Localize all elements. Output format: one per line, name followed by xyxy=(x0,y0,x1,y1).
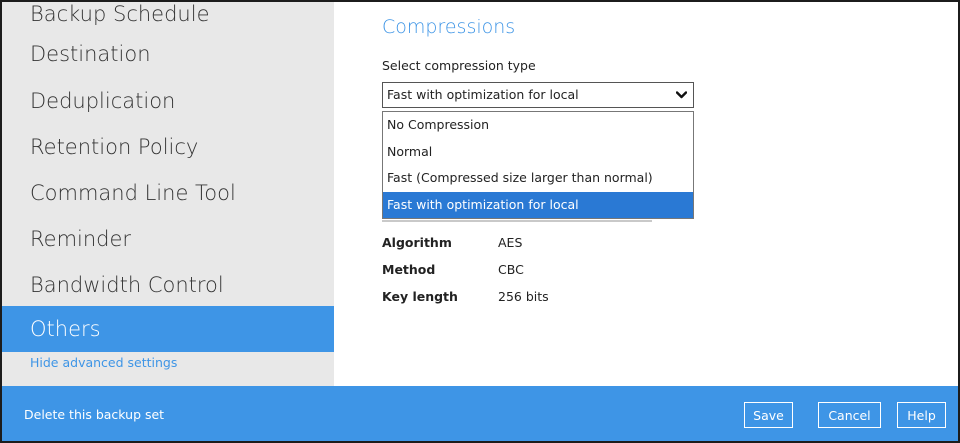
encryption-key-length-value: 256 bits xyxy=(498,289,549,304)
encryption-method-key: Method xyxy=(382,262,436,277)
compression-type-label: Select compression type xyxy=(382,58,536,73)
option-fast-optimized-local[interactable]: Fast with optimization for local xyxy=(383,191,693,218)
compression-type-select[interactable]: Fast with optimization for local xyxy=(382,82,694,108)
compression-dropdown-list: No Compression Normal Fast (Compressed s… xyxy=(382,111,694,219)
chevron-down-icon xyxy=(676,91,687,99)
option-no-compression[interactable]: No Compression xyxy=(383,112,693,139)
encryption-algorithm-key: Algorithm xyxy=(382,235,452,250)
app-window: Backup Schedule Destination Deduplicatio… xyxy=(0,0,960,443)
obscured-text-fragment xyxy=(382,219,694,223)
option-fast[interactable]: Fast (Compressed size larger than normal… xyxy=(383,165,693,192)
delete-backup-set-link[interactable]: Delete this backup set xyxy=(24,407,164,422)
main-panel: Compressions Select compression type Fas… xyxy=(334,2,958,386)
section-title: Compressions xyxy=(382,16,516,38)
sidebar-item-others[interactable]: Others xyxy=(2,306,334,352)
hide-advanced-settings-link[interactable]: Hide advanced settings xyxy=(30,355,177,370)
sidebar-item-deduplication[interactable]: Deduplication xyxy=(2,78,334,124)
save-button[interactable]: Save xyxy=(744,402,793,428)
encryption-algorithm-value: AES xyxy=(498,235,523,250)
compression-selected-value: Fast with optimization for local xyxy=(387,87,579,102)
option-normal[interactable]: Normal xyxy=(383,139,693,166)
sidebar-item-bandwidth-control[interactable]: Bandwidth Control xyxy=(2,262,334,308)
sidebar-item-destination[interactable]: Destination xyxy=(2,31,334,77)
sidebar-item-command-line-tool[interactable]: Command Line Tool xyxy=(2,170,334,216)
sidebar-item-reminder[interactable]: Reminder xyxy=(2,216,334,262)
sidebar-item-retention-policy[interactable]: Retention Policy xyxy=(2,124,334,170)
cancel-button[interactable]: Cancel xyxy=(818,402,881,428)
footer-bar: Delete this backup set Save Cancel Help xyxy=(2,386,958,441)
help-button[interactable]: Help xyxy=(897,402,946,428)
encryption-method-value: CBC xyxy=(498,262,524,277)
encryption-key-length-key: Key length xyxy=(382,289,458,304)
sidebar: Backup Schedule Destination Deduplicatio… xyxy=(2,2,334,386)
